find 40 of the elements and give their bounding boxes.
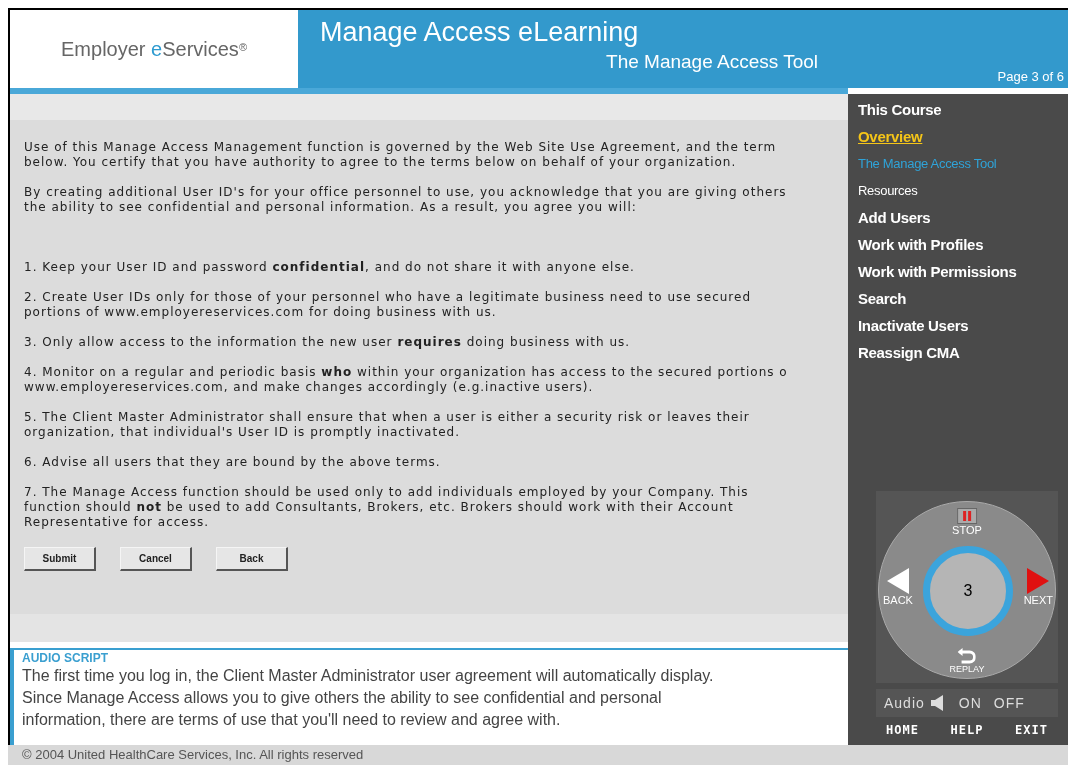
audio-label: Audio <box>884 693 925 713</box>
agreement-paragraph: Use of this Manage Access Management function is governed by the Web Site Use Agreement, and the term below. You certify that you have authority to agree to the terms below on behalf of your organization. <box>24 140 778 170</box>
course-subtitle: The Manage Access Tool <box>606 50 818 74</box>
speaker-icon <box>930 695 943 711</box>
pause-icon <box>957 508 977 524</box>
course-title: Manage Access eLearning <box>320 16 640 48</box>
audio-script-text: The first time you log in, the Client Master Administrator user agreement will automatically display. Since Manage Access allows you to give others the ability to see confidential and personal information, there are terms of use that you'll need to review and agree with. <box>22 666 715 730</box>
form-button[interactable]: Submit <box>24 547 96 571</box>
replay-icon <box>958 648 976 664</box>
course-nav-link[interactable]: Reassign CMA <box>858 343 1068 363</box>
course-nav-link[interactable]: Inactivate Users <box>858 316 1068 336</box>
agreement-paragraph: 6. Advise all users that they are bound by the above terms. <box>24 455 442 470</box>
player-link[interactable]: EXIT <box>1015 721 1048 739</box>
course-nav-link[interactable]: Work with Permissions <box>858 262 1068 282</box>
audio-on-toggle[interactable]: ON <box>958 692 982 714</box>
player-link[interactable]: HOME <box>886 721 919 739</box>
course-nav-link[interactable]: Work with Profiles <box>858 235 1068 255</box>
agreement-paragraph: 4. Monitor on a regular and periodic basis who within your organization has access to the secured portions o www.employereservices.com, and make changes accordingly (e.g.inactive users). <box>24 365 789 395</box>
form-button[interactable]: Back <box>216 547 288 571</box>
page-number: 3 <box>923 546 1013 636</box>
agreement-paragraph: 3. Only allow access to the information the new user requires doing business with us. <box>24 335 632 350</box>
agreement-paragraph: 2. Create User IDs only for those of your personnel who have a legitimate business need to use secured portions of www.employereservices.com for doing business with us. <box>24 290 753 320</box>
right-arrow-icon <box>1027 568 1050 594</box>
agreement-paragraph: 1. Keep your User ID and password confidential, and do not share it with anyone else. <box>24 260 636 275</box>
logo: Employer eServices$^{®}$ <box>61 37 247 62</box>
page-counter: Page 3 of 6 <box>997 67 1064 86</box>
agreement-paragraph: By creating additional User ID's for your office personnel to use, you acknowledge that you are giving others the ability to see confidential and personal information. As a result, you agree you will: <box>24 185 788 215</box>
course-nav-link[interactable]: This Course <box>858 100 1068 120</box>
course-nav-link[interactable]: Add Users <box>858 208 1068 228</box>
copyright-text: © 2004 United HealthCare Services, Inc. All rights reserved <box>22 746 364 765</box>
agreement-paragraph: 7. The Manage Access function should be used only to add individuals employed by your Company. This function should not be used to add Consultants, Brokers, etc. Brokers should work with their Account Representative for access. <box>24 485 750 530</box>
player-link[interactable]: HELP <box>950 721 984 739</box>
course-nav-link[interactable]: Resources <box>858 181 1068 201</box>
agreement-paragraph: 5. The Client Master Administrator shall ensure that when a user is either a security risk or leaves their organization, that individual's User ID is promptly inactivated. <box>24 410 751 440</box>
course-nav-link[interactable]: Search <box>858 289 1068 309</box>
course-nav-link[interactable]: Overview <box>858 127 1068 147</box>
form-button[interactable]: Cancel <box>120 547 192 571</box>
audio-off-toggle[interactable]: OFF <box>993 692 1025 714</box>
audio-script-heading: AUDIO SCRIPT <box>22 652 109 665</box>
left-arrow-icon <box>887 568 909 594</box>
